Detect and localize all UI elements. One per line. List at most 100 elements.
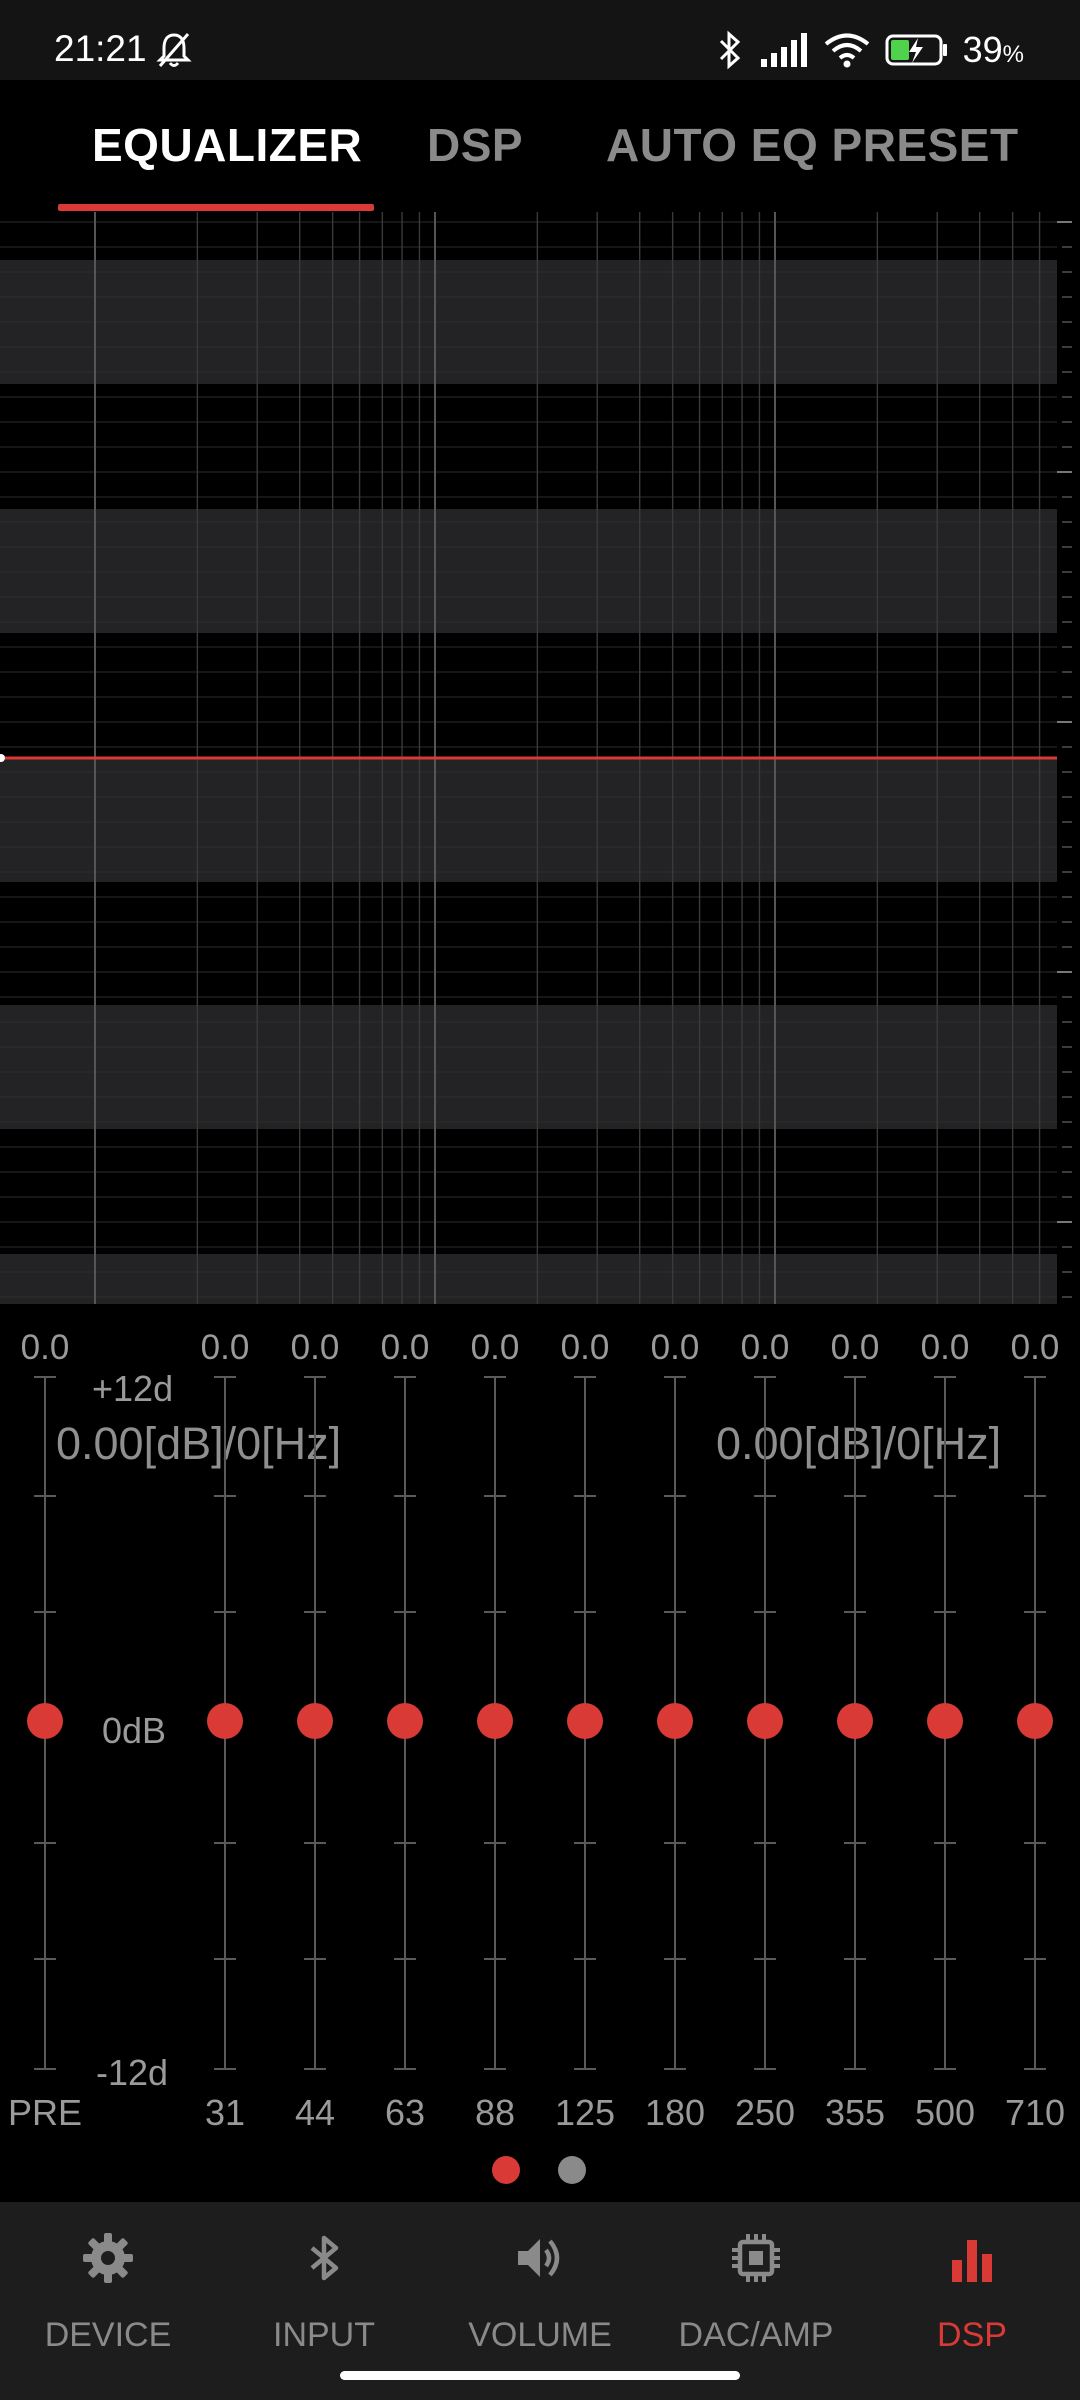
slider-tick	[844, 1958, 866, 1960]
slider-tick	[214, 1376, 236, 1378]
nav-item-dsp[interactable]: DSP	[864, 2226, 1080, 2356]
band-value: 0.0	[20, 1328, 70, 1367]
slider-tick	[484, 2068, 506, 2070]
nav-label-volume: VOLUME	[468, 2316, 612, 2354]
eq-response-graph[interactable]: 0.00[dB]/0[Hz] 0.00[dB]/0[Hz]	[0, 212, 1080, 1469]
slider-tick	[304, 1611, 326, 1613]
nav-item-dac-amp[interactable]: DAC/AMP	[648, 2226, 864, 2356]
slider-tick	[484, 1611, 506, 1613]
slider-tick	[934, 1495, 956, 1497]
slider-tick	[754, 1376, 776, 1378]
slider-tick	[574, 2068, 596, 2070]
slider-tick	[484, 1842, 506, 1844]
slider-tick	[34, 2068, 56, 2070]
slider-tick	[574, 1958, 596, 1960]
slider-knob[interactable]	[297, 1703, 333, 1739]
wifi-icon	[824, 33, 869, 68]
status-bar: 21:21 39%	[0, 0, 1080, 80]
slider-tick	[664, 1611, 686, 1613]
page-dot-active[interactable]	[492, 2156, 520, 2184]
slider-knob[interactable]	[477, 1703, 513, 1739]
slider-tick	[34, 1842, 56, 1844]
bell-muted-icon	[156, 33, 192, 67]
status-time: 21:21	[54, 28, 147, 69]
band-value: 0.0	[1010, 1328, 1060, 1367]
slider-tick	[1024, 1495, 1046, 1497]
slider-tick	[484, 1495, 506, 1497]
slider-tick	[304, 1958, 326, 1960]
slider-knob[interactable]	[207, 1703, 243, 1739]
scale-label-mid: 0dB	[102, 1710, 167, 1751]
slider-tick	[574, 1842, 596, 1844]
slider-tick	[214, 1611, 236, 1613]
home-indicator[interactable]	[340, 2371, 740, 2380]
slider-tick	[844, 2068, 866, 2070]
slider-tick	[214, 1958, 236, 1960]
page-dot[interactable]	[558, 2156, 586, 2184]
nav-item-volume[interactable]: VOLUME	[432, 2226, 648, 2356]
scale-label-bottom: -12d	[96, 2052, 169, 2093]
scale-label-top: +12d	[92, 1368, 174, 1409]
slider-tick	[304, 1495, 326, 1497]
eq-band-preamp: 0.0 PRE	[0, 1306, 100, 2156]
slider-tick	[484, 1376, 506, 1378]
slider-tick	[1024, 2068, 1046, 2070]
slider-tick	[394, 1958, 416, 1960]
slider-tick	[844, 1842, 866, 1844]
slider-tick	[214, 1842, 236, 1844]
slider-tick	[844, 1495, 866, 1497]
slider-tick	[754, 1495, 776, 1497]
nav-label-dac-amp: DAC/AMP	[678, 2316, 834, 2354]
battery-level: 39	[962, 29, 1003, 70]
slider-tick	[574, 1611, 596, 1613]
eq-band-sliders: +12d 0dB -12d 0.0 PRE 0.0 31 0.0 44 0.0 63 0.0 88…	[0, 1306, 1080, 2156]
slider-tick	[34, 1495, 56, 1497]
slider-knob[interactable]	[927, 1703, 963, 1739]
slider-tick	[214, 1495, 236, 1497]
graph-band	[0, 758, 1057, 882]
nav-label-input: INPUT	[273, 2316, 375, 2354]
slider-knob[interactable]	[387, 1703, 423, 1739]
slider-tick	[394, 1376, 416, 1378]
nav-item-input[interactable]: INPUT	[216, 2226, 432, 2356]
tab-equalizer[interactable]: EQUALIZER	[92, 118, 362, 172]
slider-tick	[394, 1495, 416, 1497]
slider-knob[interactable]	[27, 1703, 63, 1739]
slider-tick	[754, 2068, 776, 2070]
nav-label-device: DEVICE	[44, 2316, 172, 2354]
bar-chart-icon	[952, 2240, 992, 2282]
tab-bar: EQUALIZER DSP AUTO EQ PRESET	[0, 80, 1080, 211]
active-tab-indicator	[58, 204, 374, 211]
eq-band-710: 0.0 710	[980, 1306, 1080, 2156]
slider-knob[interactable]	[747, 1703, 783, 1739]
slider-tick	[934, 1376, 956, 1378]
bluetooth-icon	[719, 30, 740, 70]
speaker-icon	[518, 2239, 560, 2277]
slider-tick	[844, 1611, 866, 1613]
eq-response-graph-svg	[0, 212, 1072, 1304]
slider-knob[interactable]	[837, 1703, 873, 1739]
bluetooth-icon	[310, 2235, 339, 2281]
slider-tick	[934, 2068, 956, 2070]
slider-tick	[754, 1611, 776, 1613]
nav-item-device[interactable]: DEVICE	[0, 2226, 216, 2356]
graph-band	[0, 1005, 1057, 1129]
tab-auto-eq-preset[interactable]: AUTO EQ PRESET	[606, 118, 1019, 172]
graph-band	[0, 509, 1057, 633]
slider-tick	[934, 1842, 956, 1844]
slider-tick	[394, 1842, 416, 1844]
gear-icon	[83, 2233, 133, 2283]
chip-icon	[732, 2234, 780, 2282]
slider-knob[interactable]	[1017, 1703, 1053, 1739]
slider-knob[interactable]	[567, 1703, 603, 1739]
slider-tick	[664, 2068, 686, 2070]
slider-tick	[394, 1611, 416, 1613]
slider-knob[interactable]	[657, 1703, 693, 1739]
slider-tick	[664, 1495, 686, 1497]
slider-tick	[484, 1958, 506, 1960]
slider-tick	[1024, 1376, 1046, 1378]
slider-tick	[664, 1376, 686, 1378]
tab-dsp[interactable]: DSP	[427, 118, 523, 172]
slider-tick	[34, 1611, 56, 1613]
slider-tick	[754, 1842, 776, 1844]
